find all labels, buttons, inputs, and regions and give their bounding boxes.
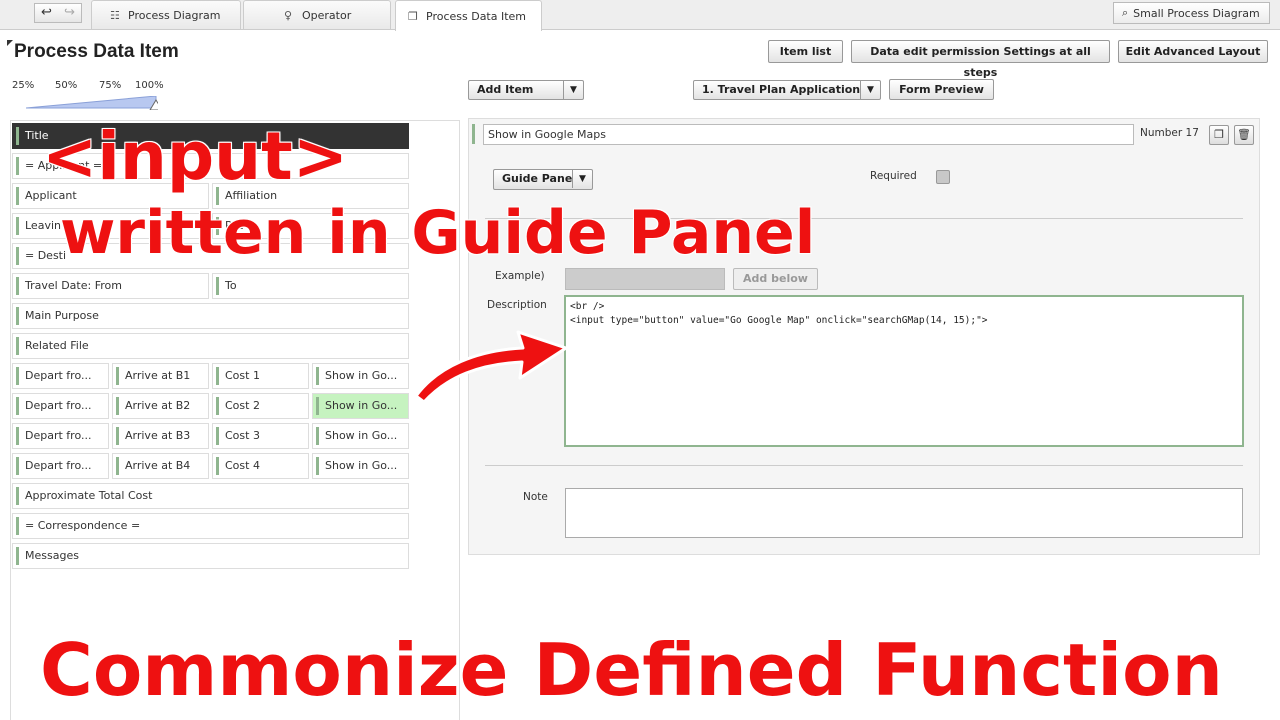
copy-item-icon[interactable]: ❐ bbox=[1209, 125, 1229, 145]
required-label: Required bbox=[870, 170, 917, 182]
search-icon: ⌕ bbox=[1122, 6, 1129, 19]
data-edit-permission-button[interactable]: Data edit permission Settings at all ste… bbox=[851, 40, 1110, 79]
form-select-dropdown[interactable]: 1. Travel Plan Application ▼ bbox=[693, 80, 881, 100]
item-messages[interactable]: Messages bbox=[12, 543, 409, 569]
item-depart-4[interactable]: Depart fro... bbox=[12, 453, 109, 479]
edit-advanced-layout-button[interactable]: Edit Advanced Layout bbox=[1118, 40, 1268, 63]
add-item-label: Add Item bbox=[477, 83, 534, 96]
zoom-label-50[interactable]: 50% bbox=[55, 80, 77, 91]
tab-process-diagram[interactable]: ☷ Process Diagram bbox=[91, 0, 241, 29]
copy-icon: ❐ bbox=[408, 9, 418, 23]
add-item-dropdown[interactable]: Add Item ▼ bbox=[468, 80, 584, 100]
item-show-in-google-1[interactable]: Show in Go... bbox=[312, 363, 409, 389]
corner-marker bbox=[7, 40, 13, 46]
history-nav: ↩ ↪ bbox=[34, 3, 82, 23]
item-show-in-google-3[interactable]: Show in Go... bbox=[312, 423, 409, 449]
small-process-diagram-button[interactable]: ⌕ Small Process Diagram bbox=[1113, 2, 1270, 24]
item-depart-1[interactable]: Depart fro... bbox=[12, 363, 109, 389]
item-show-in-google-2-selected[interactable]: Show in Go... bbox=[312, 393, 409, 419]
diagram-icon: ☷ bbox=[110, 8, 120, 22]
item-correspondence-section[interactable]: = Correspondence = bbox=[12, 513, 409, 539]
item-cost-3[interactable]: Cost 3 bbox=[212, 423, 309, 449]
divider bbox=[485, 465, 1243, 466]
item-depart-2[interactable]: Depart fro... bbox=[12, 393, 109, 419]
tab-label: Process Data Item bbox=[426, 9, 527, 23]
person-icon: ♀ bbox=[284, 8, 293, 22]
red-arrow-icon bbox=[414, 330, 568, 404]
item-cost-4[interactable]: Cost 4 bbox=[212, 453, 309, 479]
zoom-label-75[interactable]: 75% bbox=[99, 80, 121, 91]
dropdown-arrow-icon: ▼ bbox=[572, 170, 592, 188]
overlay-commonize-text: Commonize Defined Function bbox=[39, 627, 1224, 713]
item-cost-2[interactable]: Cost 2 bbox=[212, 393, 309, 419]
item-depart-3[interactable]: Depart fro... bbox=[12, 423, 109, 449]
zoom-label-100[interactable]: 100% bbox=[135, 80, 164, 91]
tab-label: Process Diagram bbox=[128, 8, 221, 22]
item-related-file[interactable]: Related File bbox=[12, 333, 409, 359]
tab-label: Operator bbox=[302, 8, 352, 22]
item-arrive-b3[interactable]: Arrive at B3 bbox=[112, 423, 209, 449]
item-list-button[interactable]: Item list bbox=[768, 40, 843, 63]
overlay-input-tag: <input> bbox=[41, 117, 349, 196]
example-input[interactable] bbox=[565, 268, 725, 290]
required-checkbox[interactable] bbox=[936, 170, 950, 184]
item-marker bbox=[472, 124, 475, 144]
item-approx-total-cost[interactable]: Approximate Total Cost bbox=[12, 483, 409, 509]
item-arrive-b1[interactable]: Arrive at B1 bbox=[112, 363, 209, 389]
dropdown-arrow-icon: ▼ bbox=[860, 81, 880, 99]
note-textarea[interactable] bbox=[565, 488, 1243, 538]
zoom-slider[interactable] bbox=[26, 96, 158, 110]
item-cost-1[interactable]: Cost 1 bbox=[212, 363, 309, 389]
item-travel-date-from[interactable]: Travel Date: From bbox=[12, 273, 209, 299]
delete-trash-icon[interactable]: 🗑 bbox=[1234, 125, 1254, 145]
tab-operator[interactable]: ♀ Operator bbox=[243, 0, 391, 29]
back-arrow-icon[interactable]: ↩ bbox=[35, 4, 58, 22]
add-below-button[interactable]: Add below bbox=[733, 268, 818, 290]
item-arrive-b4[interactable]: Arrive at B4 bbox=[112, 453, 209, 479]
zoom-label-25[interactable]: 25% bbox=[12, 80, 34, 91]
item-arrive-b2[interactable]: Arrive at B2 bbox=[112, 393, 209, 419]
guide-panel-dropdown[interactable]: Guide Pane ▼ bbox=[493, 169, 593, 190]
note-label: Note bbox=[523, 491, 548, 503]
guide-panel-label: Guide Pane bbox=[502, 172, 573, 185]
item-to[interactable]: To bbox=[212, 273, 409, 299]
page-title: Process Data Item bbox=[14, 41, 179, 62]
dropdown-arrow-icon: ▼ bbox=[563, 81, 583, 99]
item-name-input[interactable]: Show in Google Maps bbox=[483, 124, 1134, 145]
item-main-purpose[interactable]: Main Purpose bbox=[12, 303, 409, 329]
small-process-diagram-label: Small Process Diagram bbox=[1133, 6, 1260, 20]
forward-arrow-icon[interactable]: ↪ bbox=[58, 4, 81, 22]
form-preview-button[interactable]: Form Preview bbox=[889, 79, 994, 100]
item-number: Number 17 bbox=[1140, 127, 1199, 139]
example-label: Example) bbox=[495, 270, 545, 282]
overlay-guide-panel-text: written in Guide Panel bbox=[59, 197, 816, 269]
tab-process-data-item[interactable]: ❐ Process Data Item bbox=[395, 0, 542, 31]
form-select-label: 1. Travel Plan Application bbox=[702, 83, 861, 96]
item-show-in-google-4[interactable]: Show in Go... bbox=[312, 453, 409, 479]
description-textarea[interactable]: <br /> <input type="button" value="Go Go… bbox=[564, 295, 1244, 447]
